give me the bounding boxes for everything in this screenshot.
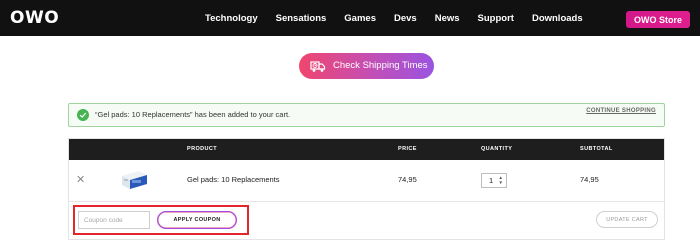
remove-item-icon[interactable]: ✕ bbox=[76, 174, 85, 186]
cart-table-header: PRODUCT PRICE QUANTITY SUBTOTAL bbox=[69, 139, 664, 160]
product-price: 74,95 bbox=[398, 175, 417, 184]
cart-table: PRODUCT PRICE QUANTITY SUBTOTAL ✕ Gel pa… bbox=[68, 138, 665, 240]
nav-support[interactable]: Support bbox=[478, 13, 514, 24]
quantity-stepper[interactable]: 1 ▲ ▼ bbox=[481, 173, 507, 188]
check-shipping-times-button[interactable]: Check Shipping Times bbox=[299, 53, 434, 79]
continue-shopping-link[interactable]: CONTINUE SHOPPING bbox=[586, 108, 656, 114]
column-header-product: PRODUCT bbox=[187, 146, 217, 152]
owo-logo[interactable]: OWO bbox=[10, 9, 59, 27]
main-nav: Technology Sensations Games Devs News Su… bbox=[205, 0, 583, 36]
apply-coupon-button[interactable]: APPLY COUPON bbox=[157, 211, 237, 229]
nav-downloads[interactable]: Downloads bbox=[532, 13, 583, 24]
column-header-price: PRICE bbox=[398, 146, 417, 152]
coupon-code-input[interactable] bbox=[78, 211, 150, 229]
truck-clock-icon bbox=[310, 61, 326, 72]
check-shipping-label: Check Shipping Times bbox=[333, 60, 428, 71]
product-name-link[interactable]: Gel pads: 10 Replacements bbox=[187, 160, 280, 200]
nav-sensations[interactable]: Sensations bbox=[276, 13, 327, 24]
top-nav-bar: OWO Technology Sensations Games Devs New… bbox=[0, 0, 700, 36]
nav-news[interactable]: News bbox=[435, 13, 460, 24]
nav-devs[interactable]: Devs bbox=[394, 13, 417, 24]
notice-message: “Gel pads: 10 Replacements” has been add… bbox=[95, 110, 291, 119]
quantity-value: 1 bbox=[489, 176, 494, 185]
product-thumbnail[interactable] bbox=[119, 167, 149, 191]
cart-actions: APPLY COUPON UPDATE CART bbox=[69, 202, 664, 239]
check-circle-icon bbox=[77, 109, 89, 121]
stepper-arrows-icon[interactable]: ▲ ▼ bbox=[499, 175, 503, 185]
cart-notice: “Gel pads: 10 Replacements” has been add… bbox=[68, 103, 665, 127]
product-subtotal: 74,95 bbox=[580, 175, 599, 184]
nav-technology[interactable]: Technology bbox=[205, 13, 258, 24]
nav-games[interactable]: Games bbox=[344, 13, 376, 24]
owo-store-button[interactable]: OWO Store bbox=[626, 11, 690, 28]
column-header-quantity: QUANTITY bbox=[481, 146, 513, 152]
column-header-subtotal: SUBTOTAL bbox=[580, 146, 613, 152]
cart-item-row: ✕ Gel pads: 10 Replacements 74,95 1 ▲ ▼ 7… bbox=[69, 160, 664, 202]
update-cart-button[interactable]: UPDATE CART bbox=[596, 211, 658, 228]
